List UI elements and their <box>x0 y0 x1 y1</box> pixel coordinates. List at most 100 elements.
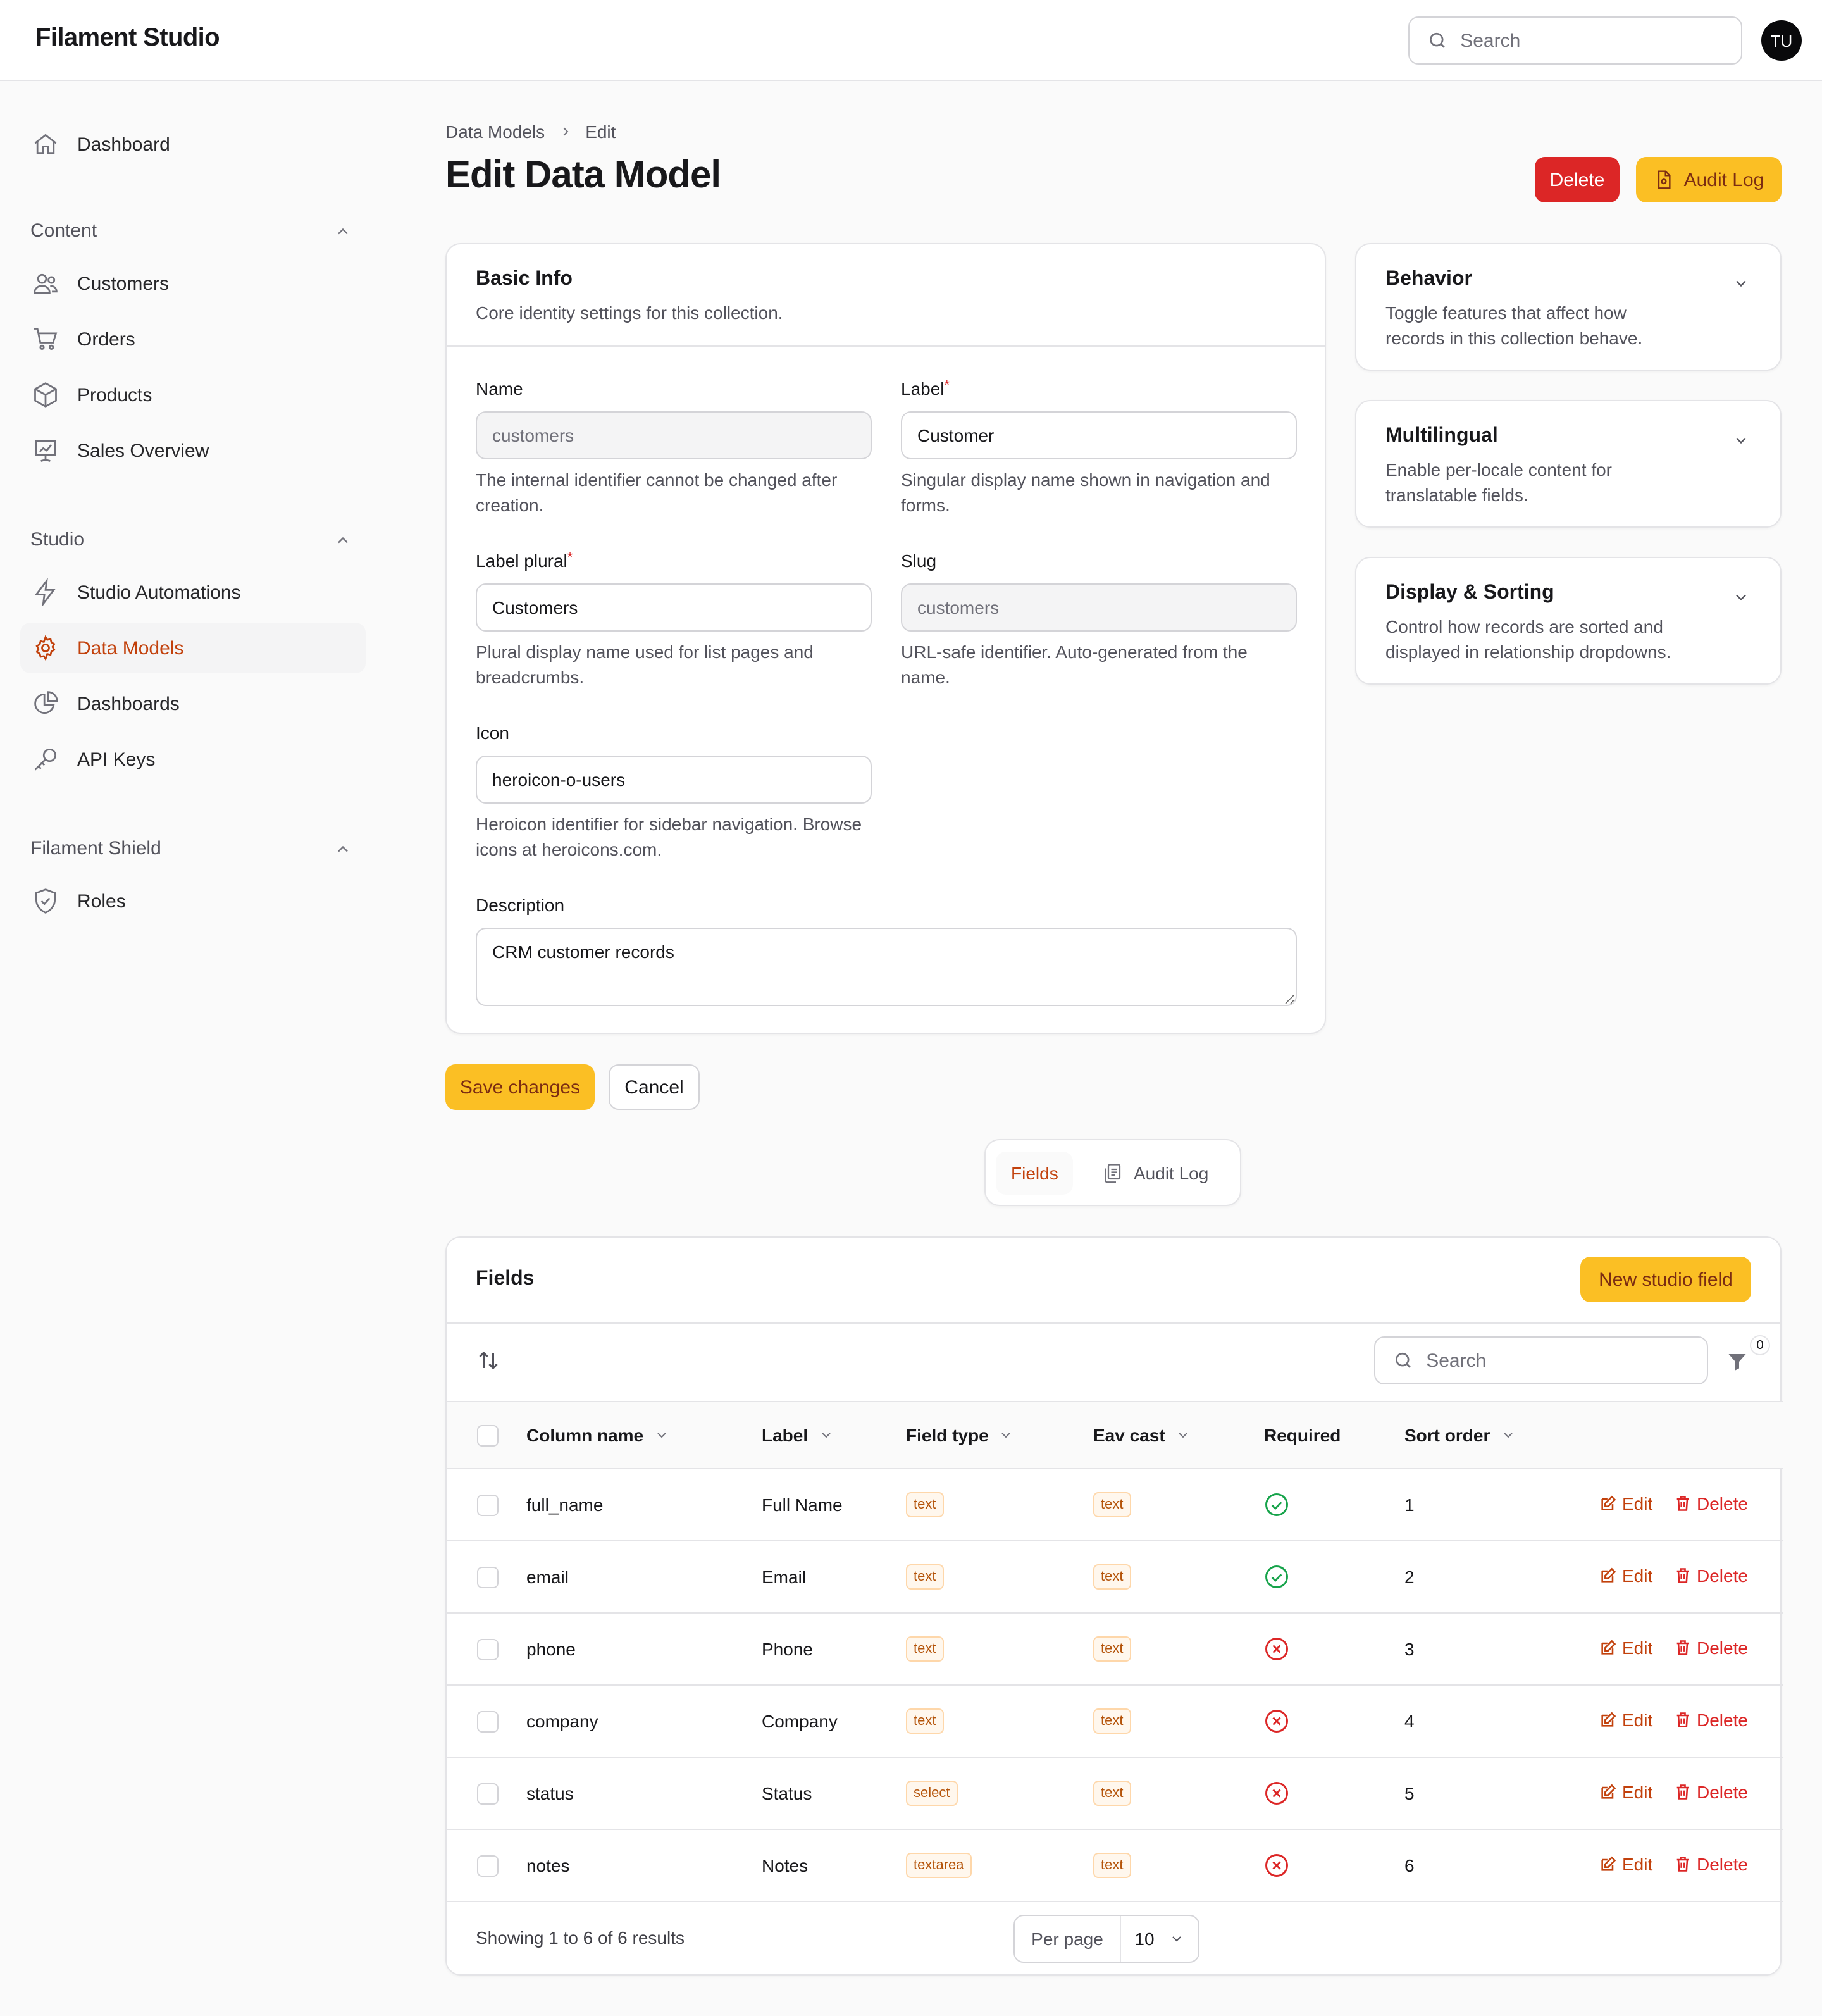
table-search-input[interactable] <box>1426 1350 1707 1371</box>
table-row[interactable]: email Email text text 2 Edit Delete <box>447 1541 1783 1614</box>
field-type-badge: text <box>906 1492 944 1517</box>
description-field[interactable]: CRM customer records <box>476 928 1297 1006</box>
row-edit-button[interactable]: Edit <box>1599 1638 1652 1658</box>
new-studio-field-button[interactable]: New studio field <box>1580 1257 1751 1302</box>
sidebar-group-studio[interactable]: Studio <box>30 529 352 551</box>
row-checkbox[interactable] <box>477 1639 499 1660</box>
global-search-input[interactable] <box>1460 30 1741 51</box>
sidebar-item-dashboards[interactable]: Dashboards <box>20 678 366 729</box>
column-header-sort-order[interactable]: Sort order <box>1404 1425 1515 1445</box>
sidebar-item-studio-automations[interactable]: Studio Automations <box>20 567 366 618</box>
field-type-badge: textarea <box>906 1853 972 1878</box>
required-marker: * <box>567 551 573 566</box>
label-plural-field[interactable] <box>476 583 872 632</box>
breadcrumb-item-edit[interactable]: Edit <box>585 121 616 142</box>
table-search[interactable] <box>1374 1336 1708 1384</box>
row-edit-button[interactable]: Edit <box>1599 1854 1652 1874</box>
label-plural-label: Label plural* <box>476 551 573 571</box>
delete-button[interactable]: Delete <box>1535 157 1620 202</box>
sidebar-item-dashboard[interactable]: Dashboard <box>20 119 366 170</box>
sidebar-item-label: Dashboard <box>77 134 170 155</box>
sidebar-group-filament-shield[interactable]: Filament Shield <box>30 838 352 859</box>
chevron-down-icon[interactable] <box>1732 432 1750 449</box>
row-delete-button[interactable]: Delete <box>1674 1565 1748 1586</box>
clipboard-document-icon <box>1105 1164 1121 1183</box>
table-row[interactable]: company Company text text 4 Edit Delete <box>447 1686 1783 1758</box>
search-icon <box>1430 32 1445 48</box>
row-delete-button[interactable]: Delete <box>1674 1638 1748 1658</box>
trash-icon <box>1676 1640 1689 1655</box>
row-checkbox[interactable] <box>477 1711 499 1733</box>
audit-log-button[interactable]: Audit Log <box>1636 157 1782 202</box>
column-header-label[interactable]: Label <box>762 1425 833 1445</box>
cell-label: Email <box>762 1567 807 1587</box>
cancel-button[interactable]: Cancel <box>609 1064 700 1110</box>
column-header-column-name[interactable]: Column name <box>526 1425 669 1445</box>
chevron-down-icon[interactable] <box>1732 588 1750 606</box>
sort-arrows-icon[interactable] <box>477 1349 500 1372</box>
row-edit-button[interactable]: Edit <box>1599 1782 1652 1802</box>
table-row[interactable]: full_name Full Name text text 1 Edit Delete <box>447 1469 1783 1541</box>
save-changes-button[interactable]: Save changes <box>445 1064 595 1110</box>
fields-table-card: Fields New studio field 0 Column name La… <box>445 1236 1783 1976</box>
sidebar-item-data-models[interactable]: Data Models <box>20 623 366 673</box>
sidebar-item-sales-overview[interactable]: Sales Overview <box>20 425 366 476</box>
chevron-down-icon <box>1503 1433 1513 1438</box>
search-icon <box>1396 1352 1411 1368</box>
row-delete-label: Delete <box>1697 1854 1748 1874</box>
column-header-required[interactable]: Required <box>1264 1425 1341 1445</box>
row-edit-label: Edit <box>1622 1710 1653 1730</box>
sidebar-item-api-keys[interactable]: API Keys <box>20 734 366 785</box>
tab-fields[interactable]: Fields <box>996 1152 1074 1195</box>
slug-field[interactable] <box>901 583 1297 632</box>
sidebar-group-content[interactable]: Content <box>30 220 352 242</box>
row-checkbox[interactable] <box>477 1495 499 1516</box>
multilingual-title: Multilingual <box>1385 425 1498 447</box>
select-all-checkbox[interactable] <box>477 1425 499 1447</box>
name-field[interactable] <box>476 411 872 459</box>
chevron-down-icon[interactable] <box>1732 275 1750 292</box>
row-delete-button[interactable]: Delete <box>1674 1854 1748 1874</box>
label-field[interactable] <box>901 411 1297 459</box>
table-row[interactable]: phone Phone text text 3 Edit Delete <box>447 1614 1783 1686</box>
sidebar-item-orders[interactable]: Orders <box>20 314 366 364</box>
icon-field[interactable] <box>476 756 872 804</box>
row-delete-button[interactable]: Delete <box>1674 1782 1748 1802</box>
display-sorting-section[interactable]: Display & Sorting Control how records ar… <box>1355 557 1782 685</box>
shopping-cart-icon <box>34 328 58 350</box>
table-row[interactable]: notes Notes textarea text 6 Edit Delete <box>447 1830 1783 1902</box>
user-avatar[interactable]: TU <box>1761 20 1802 61</box>
global-search[interactable] <box>1408 16 1742 65</box>
eav-cast-badge: text <box>1093 1492 1131 1517</box>
row-edit-label: Edit <box>1622 1565 1653 1586</box>
behavior-section[interactable]: Behavior Toggle features that affect how… <box>1355 243 1782 371</box>
x-circle-icon <box>1265 1710 1288 1733</box>
row-checkbox[interactable] <box>477 1783 499 1805</box>
column-header-eav-cast[interactable]: Eav cast <box>1093 1425 1191 1445</box>
tab-audit-log-label: Audit Log <box>1134 1163 1209 1183</box>
row-edit-button[interactable]: Edit <box>1599 1710 1652 1730</box>
breadcrumb: Data Models Edit <box>445 121 616 142</box>
table-row[interactable]: status Status select text 5 Edit Delete <box>447 1758 1783 1830</box>
row-checkbox[interactable] <box>477 1855 499 1877</box>
cell-label: Company <box>762 1711 838 1731</box>
row-edit-button[interactable]: Edit <box>1599 1493 1652 1514</box>
row-delete-button[interactable]: Delete <box>1674 1710 1748 1730</box>
tab-audit-log[interactable]: Audit Log <box>1086 1152 1224 1195</box>
row-edit-button[interactable]: Edit <box>1599 1565 1652 1586</box>
filter-icon[interactable] <box>1726 1349 1749 1374</box>
breadcrumb-item-data-models[interactable]: Data Models <box>445 121 545 142</box>
table-header: Column name Label Field type Eav cast Re… <box>447 1401 1783 1469</box>
check-circle-icon <box>1265 1565 1288 1588</box>
app-title[interactable]: Filament Studio <box>35 24 220 53</box>
per-page-select[interactable]: 10 <box>1121 1916 1198 1962</box>
behavior-title: Behavior <box>1385 268 1472 290</box>
column-header-label: Required <box>1264 1425 1341 1445</box>
sidebar-item-customers[interactable]: Customers <box>20 258 366 309</box>
sidebar-item-roles[interactable]: Roles <box>20 876 366 926</box>
row-checkbox[interactable] <box>477 1567 499 1588</box>
column-header-field-type[interactable]: Field type <box>906 1425 1014 1445</box>
row-delete-button[interactable]: Delete <box>1674 1493 1748 1514</box>
multilingual-section[interactable]: Multilingual Enable per-locale content f… <box>1355 400 1782 528</box>
sidebar-item-products[interactable]: Products <box>20 370 366 420</box>
